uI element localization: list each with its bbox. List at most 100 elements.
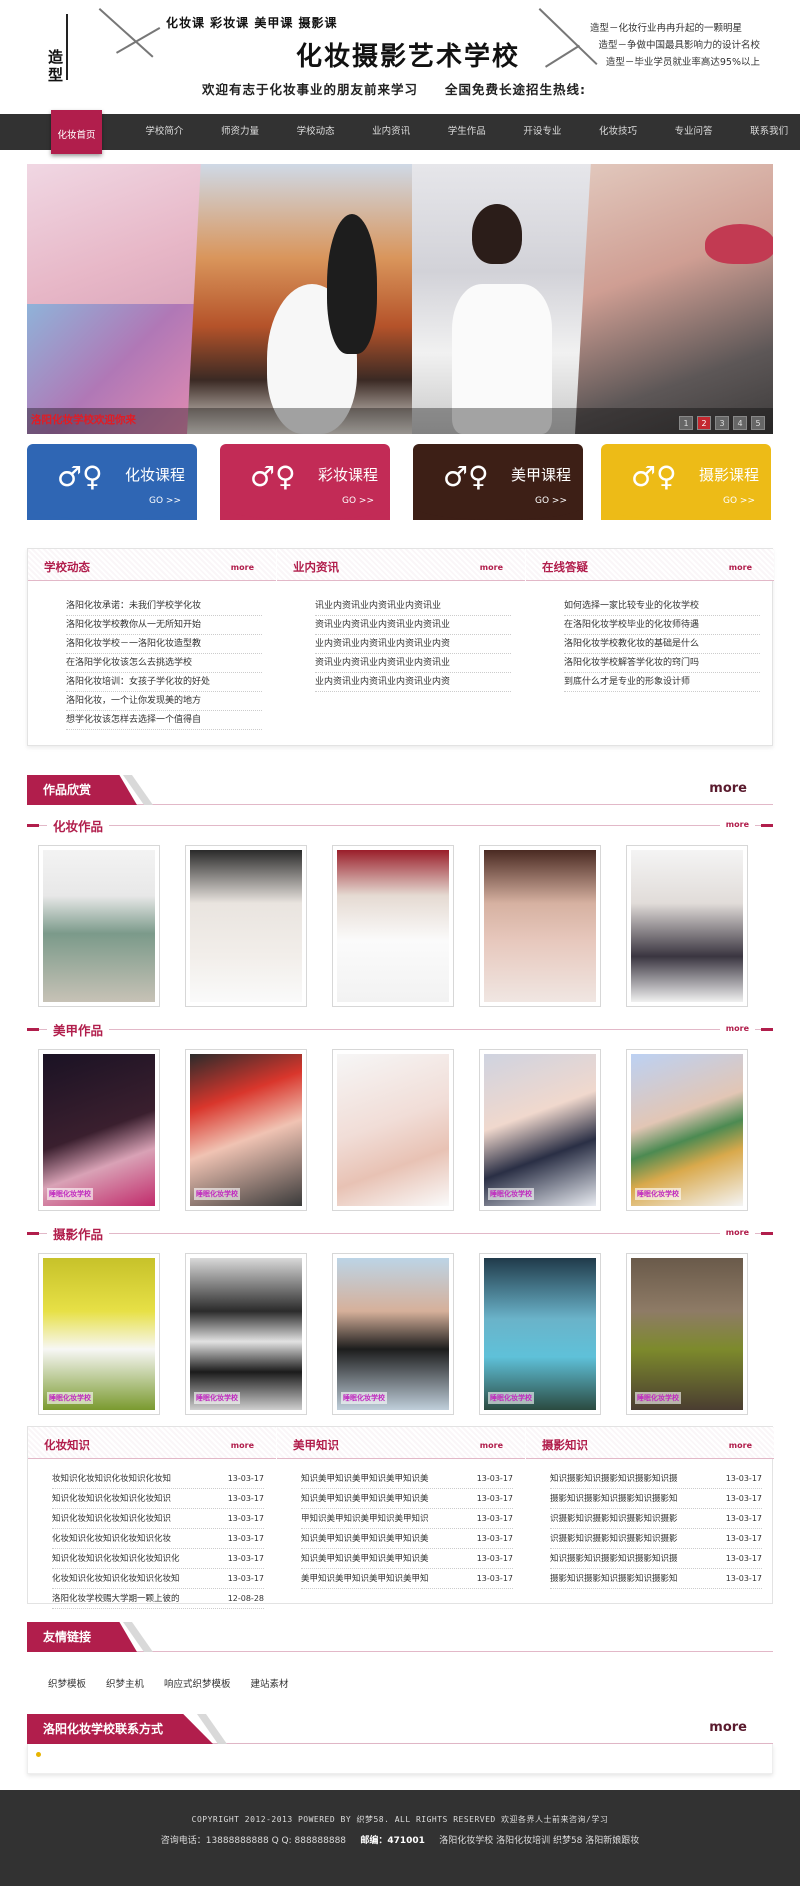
course-makeup-button[interactable]: ♂♀ 化妆课程 GO >>: [27, 444, 197, 520]
work-thumb[interactable]: [38, 845, 160, 1007]
nav-item-qa[interactable]: 专业问答: [656, 114, 732, 150]
logo[interactable]: 造 型: [46, 14, 68, 84]
banner-page-1[interactable]: 1: [679, 416, 693, 430]
banner-page-2[interactable]: 2: [697, 416, 711, 430]
work-thumb[interactable]: 睡眠化妆学校: [185, 1049, 307, 1211]
list-item[interactable]: 想学化妆该怎样去选择一个值得自: [66, 711, 262, 730]
friend-link[interactable]: 建站素材: [251, 1676, 289, 1690]
nav-item-student-works[interactable]: 学生作品: [429, 114, 505, 150]
col-title[interactable]: 在线答疑: [542, 559, 588, 575]
list-item[interactable]: 妆知识化妆知识化妆知识化妆知 13-03-17: [52, 1469, 264, 1489]
nav-item-contact[interactable]: 联系我们: [731, 114, 800, 150]
list-item[interactable]: 资讯业内资讯业内资讯业内资讯业: [315, 654, 511, 673]
list-item[interactable]: 洛阳化妆，一个让你发现美的地方: [66, 692, 262, 711]
contact-title[interactable]: 洛阳化妆学校联系方式: [27, 1714, 213, 1744]
list-item[interactable]: 知识美甲知识美甲知识美甲知识美 13-03-17: [301, 1529, 513, 1549]
list-item[interactable]: 识摄影知识摄影知识摄影知识摄影 13-03-17: [550, 1529, 762, 1549]
work-thumb[interactable]: 睡眠化妆学校: [626, 1253, 748, 1415]
work-thumb[interactable]: [626, 845, 748, 1007]
more-link[interactable]: more: [719, 1024, 755, 1033]
friend-link[interactable]: 织梦模板: [48, 1676, 86, 1690]
col-title[interactable]: 学校动态: [44, 559, 90, 575]
list-item[interactable]: 知识化妆知识化妆知识化妆知识 13-03-17: [52, 1489, 264, 1509]
list-item[interactable]: 洛阳化妆学校教你从一无所知开始: [66, 616, 262, 635]
list-item[interactable]: 业内资讯业内资讯业内资讯业内资: [315, 673, 511, 692]
banner-page-4[interactable]: 4: [733, 416, 747, 430]
subhead-title[interactable]: 美甲作品: [47, 1020, 110, 1039]
more-link[interactable]: more: [719, 1228, 755, 1237]
contact-more-link[interactable]: more: [709, 1720, 747, 1735]
col-title[interactable]: 化妆知识: [44, 1437, 90, 1453]
more-link[interactable]: more: [729, 563, 752, 572]
course-photography-button[interactable]: ♂♀ 摄影课程 GO >>: [601, 444, 771, 520]
list-item[interactable]: 在洛阳化妆学校毕业的化妆师待遇: [564, 616, 760, 635]
subhead-title[interactable]: 摄影作品: [47, 1224, 110, 1243]
list-item[interactable]: 美甲知识美甲知识美甲知识美甲知 13-03-17: [301, 1569, 513, 1589]
list-item[interactable]: 到底什么才是专业的形象设计师: [564, 673, 760, 692]
friend-link[interactable]: 响应式织梦模板: [164, 1676, 231, 1690]
more-link[interactable]: more: [231, 1441, 254, 1450]
list-item[interactable]: 摄影知识摄影知识摄影知识摄影知 13-03-17: [550, 1489, 762, 1509]
list-item[interactable]: 在洛阳学化妆该怎么去挑选学校: [66, 654, 262, 673]
more-link[interactable]: more: [480, 1441, 503, 1450]
banner-slideshow[interactable]: 洛阳化妆学校欢迎你来 1 2 3 4 5: [27, 164, 773, 434]
work-thumb[interactable]: [479, 845, 601, 1007]
nav-item-industry-news[interactable]: 业内资讯: [353, 114, 429, 150]
banner-page-5[interactable]: 5: [751, 416, 765, 430]
list-item[interactable]: 洛阳化妆培训：女孩子学化妆的好处: [66, 673, 262, 692]
nav-item-teachers[interactable]: 师资力量: [202, 114, 278, 150]
list-item[interactable]: 识摄影知识摄影知识摄影知识摄影 13-03-17: [550, 1509, 762, 1529]
list-item[interactable]: 洛阳化妆学校赐大学期一颗上彼的 12-08-28: [52, 1589, 264, 1609]
list-item[interactable]: 业内资讯业内资讯业内资讯业内资: [315, 635, 511, 654]
list-item[interactable]: 知识化妆知识化妆知识化妆知识 13-03-17: [52, 1509, 264, 1529]
col-title[interactable]: 摄影知识: [542, 1437, 588, 1453]
more-link[interactable]: more: [729, 1441, 752, 1450]
work-thumb[interactable]: 睡眠化妆学校: [479, 1049, 601, 1211]
work-thumb[interactable]: 睡眠化妆学校: [38, 1253, 160, 1415]
list-item[interactable]: 化妆知识化妆知识化妆知识化妆 13-03-17: [52, 1529, 264, 1549]
list-item[interactable]: 化妆知识化妆知识化妆知识化妆知 13-03-17: [52, 1569, 264, 1589]
more-link[interactable]: more: [480, 563, 503, 572]
nav-item-makeup-tips[interactable]: 化妆技巧: [580, 114, 656, 150]
list-item[interactable]: 资讯业内资讯业内资讯业内资讯业: [315, 616, 511, 635]
work-thumb[interactable]: [185, 845, 307, 1007]
nav-item-school-news[interactable]: 学校动态: [278, 114, 354, 150]
subhead-title[interactable]: 化妆作品: [47, 816, 110, 835]
list-item[interactable]: 摄影知识摄影知识摄影知识摄影知 13-03-17: [550, 1569, 762, 1589]
col-title[interactable]: 美甲知识: [293, 1437, 339, 1453]
nav-item-home[interactable]: 化妆首页: [51, 110, 102, 154]
work-thumb[interactable]: 睡眠化妆学校: [185, 1253, 307, 1415]
list-item[interactable]: 讯业内资讯业内资讯业内资讯业: [315, 597, 511, 616]
course-nail-button[interactable]: ♂♀ 美甲课程 GO >>: [413, 444, 583, 520]
friend-link[interactable]: 织梦主机: [106, 1676, 144, 1690]
work-thumb[interactable]: [332, 845, 454, 1007]
list-item[interactable]: 甲知识美甲知识美甲知识美甲知识 13-03-17: [301, 1509, 513, 1529]
list-item[interactable]: 洛阳化妆学校－一洛阳化妆造型教: [66, 635, 262, 654]
col-title[interactable]: 业内资讯: [293, 559, 339, 575]
list-item[interactable]: 洛阳化妆学校解答学化妆的窍门吗: [564, 654, 760, 673]
list-item[interactable]: 知识美甲知识美甲知识美甲知识美 13-03-17: [301, 1489, 513, 1509]
course-color-makeup-button[interactable]: ♂♀ 彩妆课程 GO >>: [220, 444, 390, 520]
works-title[interactable]: 作品欣赏: [27, 775, 137, 805]
list-item[interactable]: 知识美甲知识美甲知识美甲知识美 13-03-17: [301, 1549, 513, 1569]
list-item[interactable]: 洛阳化妆承诺：未我们学校学化妆: [66, 597, 262, 616]
more-link[interactable]: more: [719, 820, 755, 829]
footer-links[interactable]: 洛阳化妆学校 洛阳化妆培训 织梦58 洛阳新娘跟妆: [439, 1836, 639, 1846]
nav-item-majors[interactable]: 开设专业: [505, 114, 581, 150]
list-item[interactable]: 知识美甲知识美甲知识美甲知识美 13-03-17: [301, 1469, 513, 1489]
work-thumb[interactable]: 睡眠化妆学校: [479, 1253, 601, 1415]
works-more-link[interactable]: more: [709, 781, 747, 796]
work-thumb[interactable]: 睡眠化妆学校: [332, 1253, 454, 1415]
work-thumb[interactable]: [332, 1049, 454, 1211]
list-item[interactable]: 知识化妆知识化妆知识化妆知识化 13-03-17: [52, 1549, 264, 1569]
nav-item-about[interactable]: 学校简介: [127, 114, 203, 150]
banner-caption[interactable]: 洛阳化妆学校欢迎你来: [31, 412, 136, 427]
list-item[interactable]: 洛阳化妆学校教化妆的基础是什么: [564, 635, 760, 654]
banner-page-3[interactable]: 3: [715, 416, 729, 430]
list-item[interactable]: 如何选择一家比较专业的化妆学校: [564, 597, 760, 616]
work-thumb[interactable]: 睡眠化妆学校: [38, 1049, 160, 1211]
work-thumb[interactable]: 睡眠化妆学校: [626, 1049, 748, 1211]
more-link[interactable]: more: [231, 563, 254, 572]
list-item[interactable]: 知识摄影知识摄影知识摄影知识摄 13-03-17: [550, 1469, 762, 1489]
list-item[interactable]: 知识摄影知识摄影知识摄影知识摄 13-03-17: [550, 1549, 762, 1569]
